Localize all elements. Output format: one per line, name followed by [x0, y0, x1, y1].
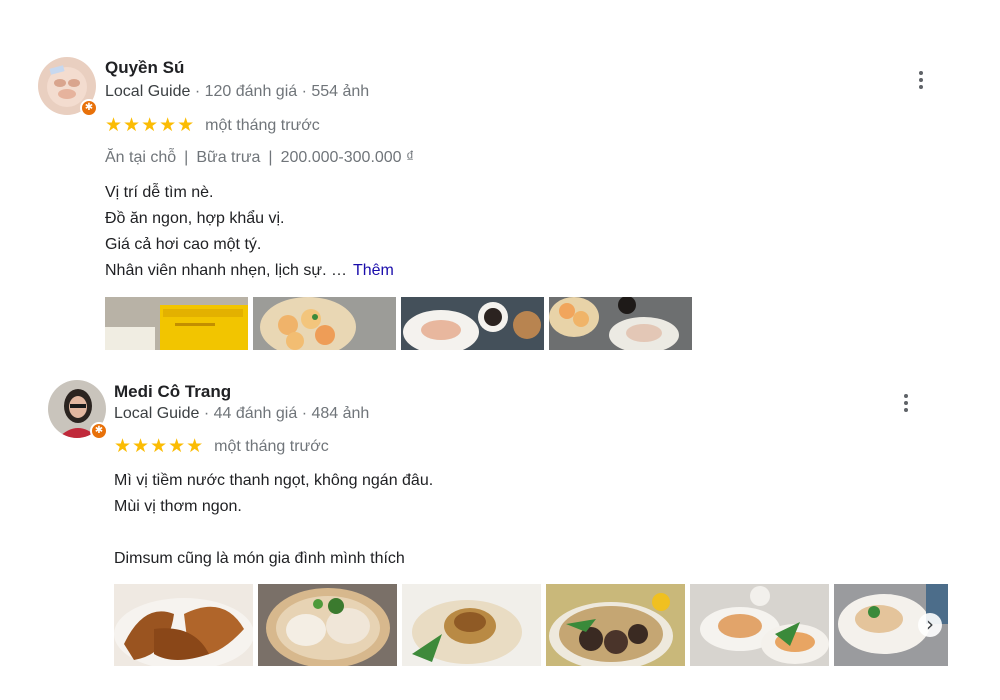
avatar[interactable]: ✱ — [48, 380, 108, 440]
review-photo[interactable]: › — [834, 584, 948, 666]
review-text: Vị trí dễ tìm nè. Đồ ăn ngon, hợp khẩu v… — [105, 180, 394, 284]
avatar[interactable]: ✱ — [38, 57, 98, 117]
review-photo[interactable] — [114, 584, 253, 666]
review-text: Mì vị tiềm nước thanh ngọt, không ngán đ… — [114, 468, 433, 572]
more-link[interactable]: Thêm — [353, 262, 394, 279]
review-card: ✱ Quyền Sú Local Guide · 120 đánh giá · … — [0, 0, 1000, 360]
reviewer-name[interactable]: Quyền Sú — [105, 58, 184, 78]
rating-row: ★★★★★ một tháng trước — [105, 114, 320, 137]
review-photo[interactable] — [105, 297, 248, 350]
attr-dining: Ăn tại chỗ — [105, 149, 177, 166]
reviewer-stats: · 120 đánh giá · 554 ảnh — [190, 83, 370, 100]
review-text-line: Dimsum cũng là món gia đình mình thích — [114, 550, 405, 567]
review-text-line: Đồ ăn ngon, hợp khẩu vị. — [105, 210, 285, 227]
next-photo-icon[interactable]: › — [918, 613, 942, 637]
local-guide-label: Local Guide — [114, 405, 200, 422]
reviewer-meta: Local Guide · 120 đánh giá · 554 ảnh — [105, 83, 369, 101]
attr-separator: | — [268, 149, 273, 166]
review-photo[interactable] — [549, 297, 692, 350]
review-photo[interactable] — [401, 297, 544, 350]
star-rating: ★★★★★ — [114, 436, 205, 457]
attr-separator: | — [184, 149, 189, 166]
review-text-line: Vị trí dễ tìm nè. — [105, 184, 214, 201]
review-photo[interactable] — [546, 584, 685, 666]
local-guide-label: Local Guide — [105, 83, 191, 100]
attr-meal: Bữa trưa — [196, 149, 261, 166]
review-photo[interactable] — [258, 584, 397, 666]
review-photo[interactable] — [402, 584, 541, 666]
attr-price: 200.000-300.000 ₫ — [280, 149, 415, 166]
review-text-line: Mùi vị thơm ngon. — [114, 498, 242, 515]
star-rating: ★★★★★ — [105, 115, 196, 136]
review-photos: › — [114, 584, 948, 666]
review-text-line: Nhân viên nhanh nhẹn, lịch sự. … — [105, 262, 347, 279]
reviewer-name[interactable]: Medi Cô Trang — [114, 382, 231, 402]
review-photos — [105, 297, 692, 350]
review-text-line: Mì vị tiềm nước thanh ngọt, không ngán đ… — [114, 472, 434, 489]
review-photo[interactable] — [253, 297, 396, 350]
more-vert-icon[interactable] — [894, 391, 918, 415]
reviewer-stats: · 44 đánh giá · 484 ảnh — [199, 405, 370, 422]
review-date: một tháng trước — [205, 116, 320, 134]
review-date: một tháng trước — [214, 437, 329, 455]
rating-row: ★★★★★ một tháng trước — [114, 435, 329, 458]
local-guide-badge-icon: ✱ — [90, 422, 108, 440]
review-text-line: Giá cả hơi cao một tý. — [105, 236, 262, 253]
review-card: ✱ Medi Cô Trang Local Guide · 44 đánh gi… — [0, 360, 1000, 700]
review-attributes: Ăn tại chỗ | Bữa trưa | 200.000-300.000 ₫ — [105, 149, 414, 167]
reviewer-meta: Local Guide · 44 đánh giá · 484 ảnh — [114, 405, 369, 423]
local-guide-badge-icon: ✱ — [80, 99, 98, 117]
more-vert-icon[interactable] — [909, 68, 933, 92]
review-photo[interactable] — [690, 584, 829, 666]
